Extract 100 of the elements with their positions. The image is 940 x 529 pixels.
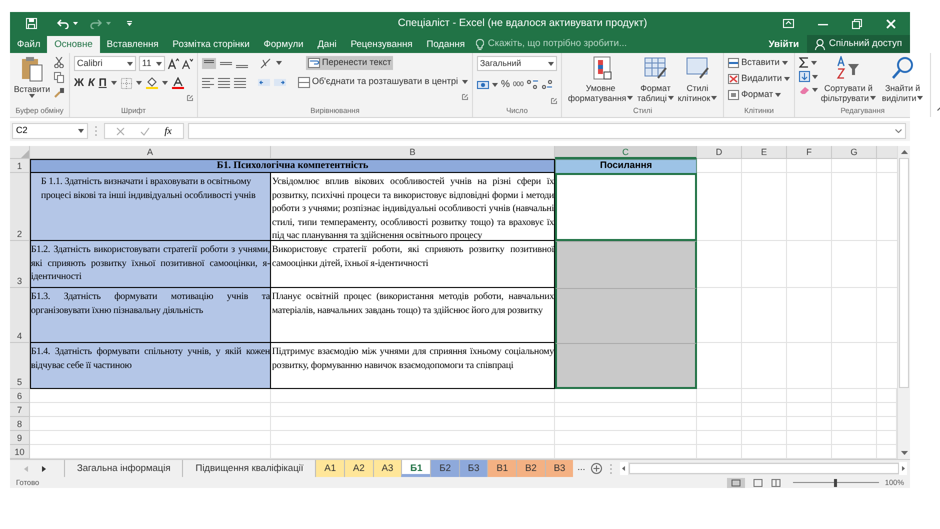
page-layout-icon[interactable] — [752, 478, 763, 486]
dialog-launcher-icon[interactable] — [462, 94, 468, 100]
sheet-tab[interactable]: Б2 — [430, 460, 459, 477]
scroll-up-icon[interactable] — [900, 150, 908, 154]
page-break-icon[interactable] — [770, 478, 781, 486]
save-icon[interactable] — [26, 18, 37, 29]
name-box[interactable]: C2 — [12, 123, 88, 139]
row-header[interactable]: 3 — [10, 241, 30, 288]
cells-button[interactable]: Вставити — [728, 56, 790, 70]
styles-button[interactable]: Формат таблиці — [635, 56, 676, 106]
undo-icon[interactable] — [57, 18, 69, 28]
row-header[interactable]: 6 — [10, 389, 30, 403]
decrease-decimal-icon[interactable] — [542, 79, 554, 90]
row-header[interactable]: 2 — [10, 173, 30, 241]
customize-caret-icon[interactable] — [127, 21, 132, 26]
cells-button[interactable]: Видалити — [728, 72, 790, 86]
font-color-icon[interactable] — [172, 77, 184, 89]
restore-icon[interactable] — [852, 18, 862, 28]
scrollbar-thumb[interactable] — [899, 158, 909, 388]
column-header[interactable]: G — [832, 146, 877, 159]
bold-button[interactable]: Ж — [74, 77, 84, 89]
menu-tab[interactable]: Рецензування — [344, 36, 420, 53]
increase-decimal-icon[interactable] — [526, 79, 539, 90]
row-header[interactable]: 9 — [10, 431, 30, 445]
sheet-tab[interactable]: Б3 — [458, 460, 488, 477]
cells-button[interactable]: Формат — [728, 88, 790, 102]
column-header[interactable]: F — [787, 146, 832, 159]
align-right-icon[interactable] — [234, 76, 246, 88]
styles-button[interactable]: Умовне форматування — [566, 56, 636, 106]
decrease-font-icon[interactable] — [182, 58, 193, 69]
decrease-indent-icon[interactable] — [258, 76, 270, 88]
autosum-icon[interactable] — [798, 57, 809, 68]
increase-font-icon[interactable] — [168, 58, 179, 69]
orientation-icon[interactable] — [260, 58, 272, 68]
menu-tab[interactable]: Основне — [47, 36, 100, 53]
sheet-tab[interactable]: В1 — [487, 460, 516, 477]
row-header[interactable]: 7 — [10, 403, 30, 417]
row-header[interactable]: 10 — [10, 445, 30, 459]
column-header[interactable]: A — [30, 146, 271, 159]
row-header[interactable]: 8 — [10, 417, 30, 431]
font-size-field[interactable]: 11 — [139, 56, 165, 71]
increase-indent-icon[interactable] — [274, 76, 286, 88]
next-sheet-icon[interactable] — [42, 466, 46, 472]
editing-button[interactable]: Знайти й виділити — [878, 56, 926, 106]
more-sheets-button[interactable]: ... — [573, 461, 590, 476]
menu-tab[interactable]: Подання — [420, 36, 472, 53]
wrap-text-button[interactable]: Перенести текст — [306, 56, 394, 70]
dialog-launcher-icon[interactable] — [551, 98, 558, 104]
percent-button[interactable]: % — [501, 77, 510, 92]
menu-tab[interactable]: Вставлення — [100, 36, 166, 53]
sheet-tab[interactable]: В3 — [544, 460, 574, 477]
borders-icon[interactable] — [120, 78, 132, 88]
column-header[interactable]: C — [555, 146, 697, 159]
formula-input[interactable] — [188, 123, 906, 139]
scissors-icon[interactable] — [54, 57, 64, 68]
align-top-icon[interactable] — [202, 58, 216, 68]
sheet-tab[interactable]: Б1 — [401, 460, 430, 477]
share-button[interactable]: Спільний доступ — [806, 35, 910, 53]
menu-tab[interactable]: Файл — [10, 36, 48, 53]
dialog-launcher-icon[interactable] — [187, 95, 193, 101]
insert-function-button[interactable]: fx — [164, 124, 172, 138]
sheet-tab[interactable]: А2 — [344, 460, 373, 477]
ribbon-display-icon[interactable] — [783, 19, 794, 28]
sheet-tab[interactable]: В2 — [516, 460, 545, 477]
sheet-tab[interactable]: А1 — [315, 460, 344, 477]
styles-button[interactable]: Стилі клітинок — [676, 56, 720, 106]
row-header[interactable]: 5 — [10, 343, 30, 389]
column-header[interactable]: E — [742, 146, 787, 159]
row-header[interactable]: 1 — [10, 159, 30, 173]
scroll-right-icon[interactable] — [899, 462, 908, 475]
scrollbar-thumb[interactable] — [629, 463, 900, 474]
column-header[interactable]: B — [271, 146, 555, 159]
align-center-icon[interactable] — [218, 76, 230, 88]
menu-tab[interactable]: Формули — [256, 36, 310, 53]
row-header[interactable]: 4 — [10, 288, 30, 343]
caret-icon[interactable] — [73, 22, 78, 25]
slider-thumb[interactable] — [834, 478, 838, 486]
scroll-left-icon[interactable] — [620, 462, 628, 475]
add-sheet-icon[interactable] — [591, 463, 602, 474]
close-icon[interactable] — [886, 18, 896, 28]
search-field[interactable]: Скажіть, що потрібно зробити... — [476, 36, 658, 53]
align-left-icon[interactable] — [202, 76, 214, 88]
font-name-field[interactable]: Calibri — [74, 56, 136, 71]
scroll-down-icon[interactable] — [900, 451, 908, 455]
paste-button[interactable]: Вставити — [14, 56, 50, 106]
menu-tab[interactable]: Розмітка сторінки — [166, 36, 257, 53]
sheet-tab[interactable]: А3 — [372, 460, 402, 477]
menu-tab[interactable]: Дані — [310, 36, 344, 53]
underline-button[interactable]: П — [98, 77, 107, 89]
merge-center-button[interactable]: Об'єднати та розташувати в центрі — [298, 75, 458, 89]
currency-icon[interactable] — [477, 79, 490, 90]
copy-icon[interactable] — [54, 72, 65, 83]
column-header[interactable]: D — [697, 146, 742, 159]
sign-in-link[interactable]: Увійти — [760, 36, 807, 53]
check-icon[interactable] — [140, 126, 150, 136]
brush-icon[interactable] — [54, 87, 65, 98]
italic-button[interactable]: К — [88, 77, 95, 89]
fill-color-icon[interactable] — [146, 77, 158, 89]
editing-button[interactable]: Сортувати й фільтрувати — [818, 56, 879, 106]
number-format-field[interactable]: Загальний — [477, 56, 558, 71]
